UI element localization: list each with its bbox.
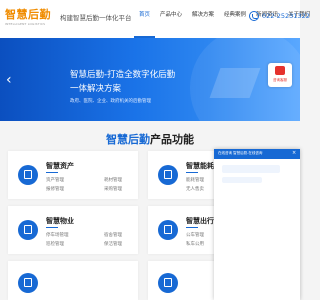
card-title: 智慧资产 — [46, 162, 74, 170]
product-card-assets[interactable]: 智慧资产 资产管理 耗材管理 报修管理 采购管理 — [8, 151, 138, 199]
chat-message — [222, 165, 280, 173]
banner-headline-2: 一体解决方案 — [70, 84, 122, 94]
logo-subtitle: INTELLIGENT LOGISTICS — [5, 22, 46, 26]
card-link[interactable]: 能耗管理 — [186, 177, 204, 183]
banner-headline: 智慧后勤-打造全数字化后勤 — [70, 70, 176, 80]
assets-icon — [18, 165, 38, 185]
phone-icon — [249, 11, 259, 21]
nav-item-home[interactable]: 首页 — [134, 0, 156, 38]
card-title: 智慧出行 — [186, 217, 214, 225]
hotline: 022-25231322 — [249, 11, 310, 21]
logo-text: 智慧后勤 — [5, 8, 51, 21]
service-icon — [18, 273, 38, 293]
chat-widget[interactable]: 在线咨询 智慧后勤-在线咨询 × — [214, 149, 300, 300]
chat-icon — [275, 66, 285, 75]
divider — [46, 172, 58, 173]
divider — [46, 227, 58, 228]
chevron-left-icon[interactable]: ‹ — [6, 73, 12, 87]
section-title-highlight: 智慧后勤 — [106, 133, 150, 146]
phone-number: 022-25231322 — [262, 12, 310, 20]
hero-banner: 智慧后勤-打造全数字化后勤 一体解决方案 政府、医院、企业、政府机关的后勤管理 — [0, 38, 300, 121]
product-card-property[interactable]: 智慧物业 停车场管理 宿舍管理 巡检管理 保洁管理 — [8, 206, 138, 254]
chat-message — [222, 177, 262, 183]
card-link[interactable]: 巡检管理 — [46, 241, 64, 247]
building-icon — [18, 220, 38, 240]
banner-description: 政府、医院、企业、政府机关的后勤管理 — [70, 99, 151, 104]
divider — [186, 227, 198, 228]
nav-item-products[interactable]: 产品中心 — [155, 0, 187, 38]
service-icon — [158, 273, 178, 293]
divider — [186, 172, 198, 173]
card-link[interactable]: 采购管理 — [104, 186, 122, 192]
nav-item-solutions[interactable]: 解决方案 — [187, 0, 219, 38]
consult-service-label: 咨询客服 — [273, 78, 287, 82]
car-icon — [158, 220, 178, 240]
consult-service-button[interactable]: 咨询客服 — [268, 63, 292, 87]
card-link[interactable]: 无人售卖 — [186, 186, 204, 192]
section-title-rest: 产品功能 — [150, 133, 194, 146]
card-link[interactable]: 资产管理 — [46, 177, 64, 183]
money-bag-icon — [158, 165, 178, 185]
chat-header-text: 在线咨询 智慧后勤-在线咨询 — [218, 151, 263, 155]
card-link[interactable]: 保洁管理 — [104, 241, 122, 247]
card-link[interactable]: 耗材管理 — [104, 177, 122, 183]
logo[interactable]: 智慧后勤 INTELLIGENT LOGISTICS — [5, 6, 57, 32]
card-link[interactable]: 公车管理 — [186, 232, 204, 238]
card-link[interactable]: 私车公用 — [186, 241, 204, 247]
product-card-partial — [8, 261, 138, 300]
nav-item-cases[interactable]: 经典案例 — [219, 0, 251, 38]
site-header: 智慧后勤 INTELLIGENT LOGISTICS 构建智慧后勤一体化平台 首… — [0, 0, 310, 38]
card-title: 智慧能耗 — [186, 162, 214, 170]
card-link[interactable]: 宿舍管理 — [104, 232, 122, 238]
card-link[interactable]: 报修管理 — [46, 186, 64, 192]
card-title: 智慧物业 — [46, 217, 74, 225]
section-title: 智慧后勤产品功能 — [0, 131, 300, 147]
header-slogan: 构建智慧后勤一体化平台 — [60, 14, 132, 22]
card-link[interactable]: 停车场管理 — [46, 232, 69, 238]
chat-header: 在线咨询 智慧后勤-在线咨询 × — [214, 149, 300, 159]
close-icon[interactable]: × — [292, 150, 296, 156]
